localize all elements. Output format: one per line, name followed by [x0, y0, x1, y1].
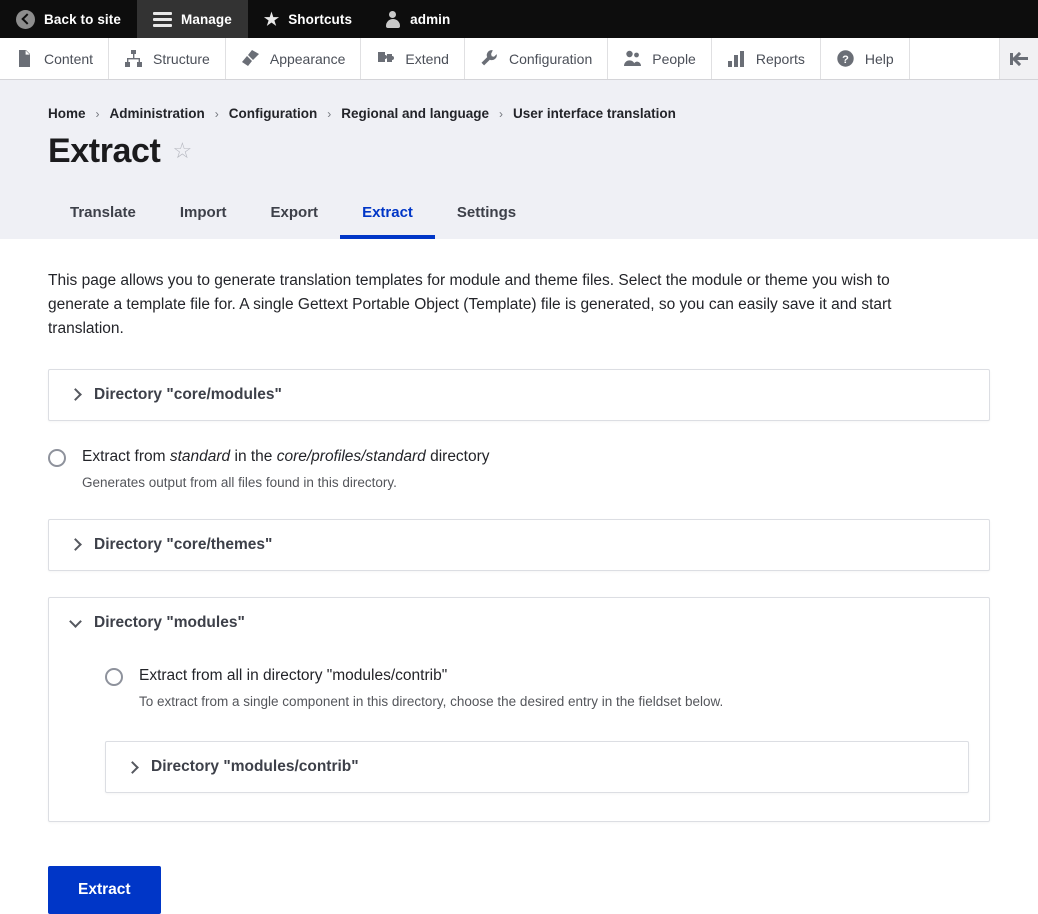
- tab-export[interactable]: Export: [249, 192, 341, 239]
- radio-description-modules-contrib-all: To extract from a single component in th…: [139, 693, 724, 709]
- details-core-modules[interactable]: Directory "core/modules": [48, 368, 990, 421]
- page-description: This page allows you to generate transla…: [48, 271, 892, 337]
- admin-menu-item-label: Content: [44, 50, 94, 67]
- question-mark-icon: ?: [836, 49, 855, 68]
- details-summary-label: Directory "modules": [94, 613, 245, 631]
- breadcrumb-item-administration[interactable]: Administration: [110, 106, 205, 121]
- breadcrumb-item-user-interface-translation[interactable]: User interface translation: [513, 106, 676, 121]
- tab-settings[interactable]: Settings: [435, 192, 538, 239]
- admin-menu-item-configuration[interactable]: Configuration: [465, 38, 609, 79]
- radio-label-suffix: directory: [425, 447, 490, 465]
- toolbar-tab-manage[interactable]: Manage: [136, 0, 248, 38]
- admin-menu-item-label: Appearance: [269, 50, 346, 67]
- breadcrumb-item-home[interactable]: Home: [48, 106, 86, 121]
- main-content: This page allows you to generate transla…: [0, 238, 1038, 914]
- admin-toolbar: Back to site Manage ★ Shortcuts admin: [0, 0, 1038, 38]
- document-icon: [15, 49, 34, 68]
- chevron-right-icon: [69, 388, 82, 402]
- radio-row-modules-contrib-all[interactable]: Extract from all in directory "modules/c…: [105, 666, 969, 712]
- paintbrush-icon: [241, 49, 260, 68]
- puzzle-piece-icon: [376, 49, 395, 68]
- chevron-right-icon: ›: [499, 106, 504, 121]
- admin-menu-item-label: Help: [864, 50, 894, 67]
- details-summary-modules-contrib[interactable]: Directory "modules/contrib": [106, 742, 968, 792]
- admin-menu-item-people[interactable]: People: [608, 38, 712, 79]
- tab-extract[interactable]: Extract: [340, 192, 435, 239]
- tab-translate[interactable]: Translate: [48, 192, 158, 239]
- title-row: Extract ☆: [48, 131, 990, 172]
- star-icon: ★: [263, 9, 280, 29]
- radio-standard-profile[interactable]: [48, 448, 66, 467]
- details-modules-contrib[interactable]: Directory "modules/contrib": [105, 741, 969, 794]
- chevron-right-icon: ›: [214, 106, 219, 121]
- back-arrow-icon: [16, 9, 35, 29]
- admin-menu-spacer: [910, 38, 1000, 79]
- details-core-themes[interactable]: Directory "core/themes": [48, 518, 990, 571]
- details-summary-label: Directory "core/themes": [94, 535, 273, 553]
- breadcrumb-item-regional-and-language[interactable]: Regional and language: [341, 106, 489, 121]
- details-body-modules: Extract from all in directory "modules/c…: [49, 666, 989, 822]
- radio-label-path: core/profiles/standard: [276, 447, 426, 465]
- toolbar-orientation-toggle-button[interactable]: [1000, 38, 1038, 79]
- radio-row-standard-profile[interactable]: Extract from standard in the core/profil…: [48, 447, 990, 493]
- svg-text:?: ?: [842, 54, 849, 66]
- details-modules[interactable]: Directory "modules" Extract from all in …: [48, 596, 990, 823]
- admin-menu-item-help[interactable]: ? Help: [821, 38, 910, 79]
- extract-submit-button[interactable]: Extract: [48, 866, 161, 914]
- admin-menu-item-reports[interactable]: Reports: [712, 38, 821, 79]
- chevron-right-icon: ›: [95, 106, 100, 121]
- bar-chart-icon: [727, 49, 746, 68]
- details-summary-core-themes[interactable]: Directory "core/themes": [49, 520, 989, 570]
- breadcrumb-item-configuration[interactable]: Configuration: [229, 106, 317, 121]
- details-summary-modules[interactable]: Directory "modules": [49, 598, 989, 648]
- radio-label-standard-profile[interactable]: Extract from standard in the core/profil…: [82, 447, 490, 468]
- radio-label-prefix: Extract from: [82, 447, 170, 465]
- primary-tabs: Translate Import Export Extract Settings: [48, 192, 990, 239]
- radio-modules-contrib-all[interactable]: [105, 667, 123, 686]
- admin-menu-item-label: Configuration: [508, 50, 593, 67]
- admin-menu-item-content[interactable]: Content: [0, 38, 110, 79]
- details-summary-core-modules[interactable]: Directory "core/modules": [49, 370, 989, 420]
- toolbar-tab-shortcuts[interactable]: ★ Shortcuts: [248, 0, 368, 38]
- toolbar-tab-back-to-site[interactable]: Back to site: [0, 0, 137, 38]
- toolbar-tab-label: Shortcuts: [288, 11, 353, 27]
- wrench-icon: [480, 49, 499, 68]
- details-summary-label: Directory "modules/contrib": [151, 758, 359, 776]
- admin-menu-item-label: Reports: [755, 50, 805, 67]
- chevron-down-icon: [69, 614, 82, 628]
- toolbar-tab-label: admin: [410, 11, 451, 27]
- toolbar-tab-label: Back to site: [44, 11, 121, 27]
- chevron-right-icon: [126, 761, 139, 774]
- page-title: Extract: [48, 132, 161, 170]
- radio-label-modules-contrib-all[interactable]: Extract from all in directory "modules/c…: [139, 666, 723, 687]
- page-header: Home › Administration › Configuration › …: [0, 80, 1038, 239]
- admin-menu-bar: Content Structure Appearance Extend Conf…: [0, 38, 1038, 80]
- admin-menu-item-structure[interactable]: Structure: [109, 38, 226, 79]
- breadcrumb: Home › Administration › Configuration › …: [48, 106, 990, 121]
- vertical-orientation-icon: [1009, 52, 1029, 66]
- admin-menu-item-label: Extend: [405, 50, 449, 67]
- chevron-right-icon: ›: [327, 106, 332, 121]
- admin-menu-item-extend[interactable]: Extend: [361, 38, 465, 79]
- star-outline-icon[interactable]: ☆: [172, 140, 192, 162]
- structure-icon: [124, 49, 143, 68]
- admin-menu-item-label: People: [652, 50, 696, 67]
- radio-label-middle: in the: [230, 447, 277, 465]
- admin-menu-item-appearance[interactable]: Appearance: [226, 38, 362, 79]
- toolbar-tab-label: Manage: [180, 11, 232, 27]
- toolbar-tab-admin-user[interactable]: admin: [368, 0, 466, 38]
- tab-import[interactable]: Import: [158, 192, 249, 239]
- admin-menu-item-label: Structure: [153, 50, 210, 67]
- chevron-right-icon: [69, 538, 82, 552]
- details-summary-label: Directory "core/modules": [94, 385, 282, 403]
- radio-description-standard-profile: Generates output from all files found in…: [82, 474, 397, 490]
- people-icon: [623, 49, 642, 68]
- radio-label-profile-name: standard: [169, 447, 231, 465]
- hamburger-icon: [152, 11, 172, 27]
- user-icon: [384, 10, 401, 28]
